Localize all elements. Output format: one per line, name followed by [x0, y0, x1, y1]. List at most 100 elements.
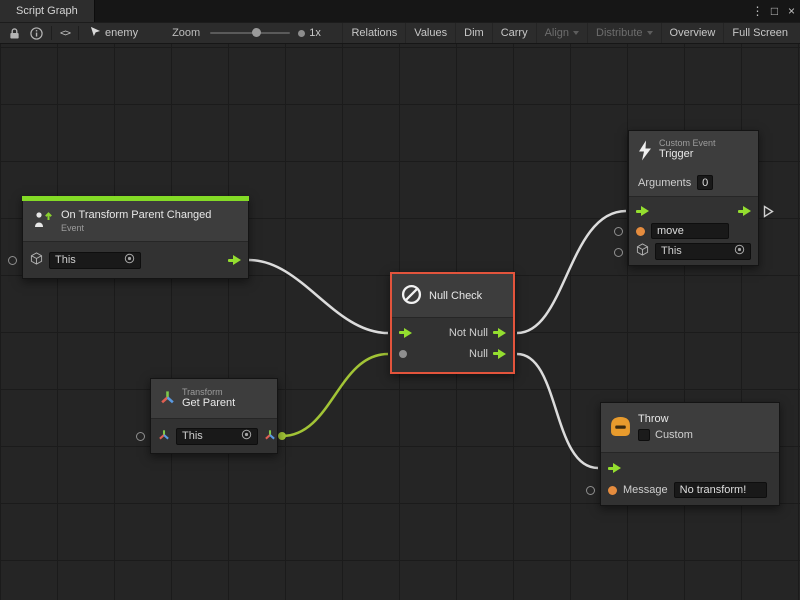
node-header: Throw Custom — [601, 403, 779, 453]
flow-input-port[interactable] — [636, 206, 649, 217]
node-title: Throw — [638, 413, 693, 426]
toolbar-divider — [78, 26, 79, 40]
tab-spacer — [95, 0, 749, 22]
tab-bar: Script Graph ⋮ □ × — [0, 0, 800, 22]
node-body: This — [151, 419, 277, 453]
flow-input-port[interactable] — [608, 463, 621, 474]
node-title: On Transform Parent Changed — [61, 209, 211, 222]
dim-button[interactable]: Dim — [455, 23, 492, 43]
code-view-icon[interactable]: <> — [55, 23, 75, 43]
wire-null-to-throw[interactable] — [517, 354, 598, 468]
lock-icon[interactable] — [4, 23, 25, 43]
node-title: Null Check — [429, 290, 482, 302]
flow-continuation-triangle[interactable] — [763, 205, 774, 221]
script-graph-window: Script Graph ⋮ □ × <> enemy Zoom 1x — [0, 0, 800, 600]
values-button[interactable]: Values — [405, 23, 455, 43]
node-category: Custom Event — [659, 138, 716, 148]
overview-button[interactable]: Overview — [661, 23, 724, 43]
value-input-port[interactable] — [614, 227, 623, 236]
graph-canvas[interactable]: On Transform Parent Changed Event This — [0, 44, 800, 600]
not-null-output-port[interactable] — [493, 327, 506, 338]
event-name-field[interactable]: move — [651, 223, 729, 239]
maximize-icon[interactable]: □ — [766, 0, 783, 22]
transform-output-port[interactable] — [264, 429, 276, 444]
toolbar-divider — [51, 26, 52, 40]
node-title: Get Parent — [182, 397, 235, 410]
string-input-dot-port[interactable] — [608, 486, 617, 495]
value-input-port[interactable] — [8, 256, 17, 265]
node-header: On Transform Parent Changed Event — [23, 201, 248, 242]
wire-getparent-to-nullcheck[interactable] — [282, 354, 388, 436]
transform-axis-icon — [160, 390, 175, 408]
this-dropdown[interactable]: This — [655, 243, 751, 260]
value-input-port[interactable] — [586, 486, 595, 495]
tab-label: Script Graph — [16, 5, 78, 17]
this-dropdown[interactable]: This — [49, 252, 141, 269]
node-category: Transform — [182, 387, 235, 397]
custom-checkbox[interactable] — [638, 429, 650, 441]
node-header: Null Check — [392, 274, 513, 318]
value-input-dot-port[interactable] — [399, 350, 407, 358]
flow-output-port[interactable] — [228, 255, 241, 266]
node-header: Transform Get Parent — [151, 379, 277, 419]
distribute-button[interactable]: Distribute — [587, 23, 660, 43]
chevron-down-icon — [647, 31, 653, 35]
node-null-check[interactable]: Null Check Not Null Null — [390, 272, 515, 374]
throw-icon — [610, 417, 631, 439]
transform-port-icon — [158, 429, 170, 444]
node-title: Trigger — [659, 148, 716, 161]
node-custom-event-trigger[interactable]: Custom Event Trigger Arguments 0 move — [628, 130, 759, 266]
node-throw[interactable]: Throw Custom Message No transform! — [600, 402, 780, 506]
align-button[interactable]: Align — [536, 23, 587, 43]
close-icon[interactable]: × — [783, 0, 800, 22]
zoom-reset-dot[interactable] — [298, 30, 305, 37]
arguments-label: Arguments — [638, 177, 691, 189]
null-check-icon — [401, 284, 422, 308]
graph-toolbar: <> enemy Zoom 1x Relations Values Dim Ca… — [0, 22, 800, 44]
node-subtitle: Event — [61, 223, 211, 233]
relations-button[interactable]: Relations — [342, 23, 405, 43]
info-icon[interactable] — [25, 23, 48, 43]
full-screen-button[interactable]: Full Screen — [723, 23, 796, 43]
value-input-port[interactable] — [614, 248, 623, 257]
gameobject-cube-icon — [30, 252, 43, 268]
arguments-field[interactable]: 0 — [697, 175, 713, 190]
null-output-port[interactable] — [493, 348, 506, 359]
graph-pointer-icon — [90, 26, 101, 40]
graph-reference[interactable]: enemy — [82, 26, 146, 40]
flow-input-port[interactable] — [399, 327, 412, 338]
chevron-down-icon — [573, 31, 579, 35]
node-get-parent[interactable]: Transform Get Parent This — [150, 378, 278, 454]
node-on-transform-parent-changed[interactable]: On Transform Parent Changed Event This — [22, 196, 249, 279]
custom-checkbox-label: Custom — [655, 429, 693, 442]
value-input-port[interactable] — [136, 432, 145, 441]
zoom-slider[interactable] — [210, 32, 290, 34]
message-port-label: Message — [623, 484, 668, 496]
flow-output-port[interactable] — [738, 206, 751, 217]
zoom-value: 1x — [309, 27, 321, 39]
message-field[interactable]: No transform! — [674, 482, 767, 498]
node-body: This — [23, 242, 248, 278]
string-input-dot-port[interactable] — [636, 227, 645, 236]
node-header: Custom Event Trigger Arguments 0 — [629, 131, 758, 197]
zoom-label: Zoom — [172, 27, 200, 39]
target-picker-icon[interactable] — [734, 244, 745, 258]
this-dropdown[interactable]: This — [176, 428, 258, 445]
lightning-bolt-icon — [638, 140, 652, 164]
not-null-port-label: Not Null — [449, 327, 488, 339]
zoom-slider-handle[interactable] — [252, 28, 261, 37]
gameobject-cube-icon — [636, 243, 649, 259]
carry-button[interactable]: Carry — [492, 23, 536, 43]
wire-event-to-nullcheck[interactable] — [249, 260, 388, 333]
wire-notnull-to-trigger[interactable] — [517, 211, 626, 333]
node-body: Message No transform! — [601, 453, 779, 505]
tab-script-graph[interactable]: Script Graph — [0, 0, 95, 22]
transform-event-icon — [32, 211, 54, 231]
graph-name-label: enemy — [105, 27, 138, 39]
target-picker-icon[interactable] — [124, 253, 135, 267]
window-menu-icon[interactable]: ⋮ — [749, 0, 766, 22]
target-picker-icon[interactable] — [241, 429, 252, 443]
node-body: Not Null Null — [392, 318, 513, 372]
node-body: move This — [629, 197, 758, 265]
null-port-label: Null — [469, 348, 488, 360]
